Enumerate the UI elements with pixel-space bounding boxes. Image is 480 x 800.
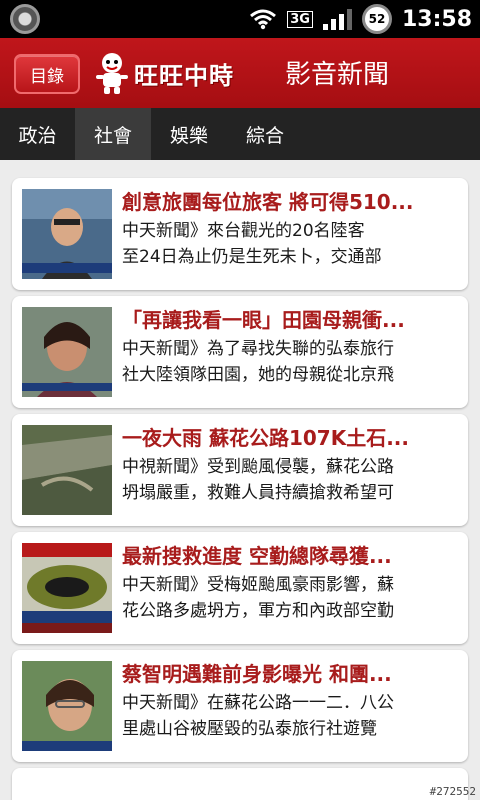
clock: 13:58 xyxy=(401,6,472,32)
news-summary: 中視新聞》受到颱風侵襲，蘇花公路 坍塌嚴重，救難人員持續搶救希望可 xyxy=(122,454,458,506)
news-summary-line: 中天新聞》在蘇花公路一一二．八公 xyxy=(122,693,394,713)
status-bar: 3G 52 13:58 xyxy=(0,0,480,38)
logo-text: 旺旺中時 xyxy=(134,60,234,90)
tab-entertainment[interactable]: 娛樂 xyxy=(151,108,227,160)
wifi-icon xyxy=(249,8,277,30)
news-summary-line: 至24日為止仍是生死未卜，交通部 xyxy=(122,247,382,267)
watermark: #272552 xyxy=(429,785,476,798)
tab-politics[interactable]: 政治 xyxy=(0,108,75,160)
news-summary: 中天新聞》受梅姬颱風豪雨影響，蘇 花公路多處坍方，軍方和內政部空勤 xyxy=(122,572,458,624)
news-item[interactable]: 蔡智明遇難前身影曝光 和團... 中天新聞》在蘇花公路一一二．八公 里處山谷被壓… xyxy=(12,650,468,762)
tab-society[interactable]: 社會 xyxy=(75,108,151,160)
signal-strength-icon xyxy=(322,8,352,30)
news-summary: 中天新聞》為了尋找失聯的弘泰旅行 社大陸領隊田園，她的母親從北京飛 xyxy=(122,336,458,388)
news-thumbnail xyxy=(22,543,112,633)
menu-button[interactable]: 目錄 xyxy=(14,54,80,94)
brand-logo: 旺旺中時 xyxy=(94,50,234,96)
news-title: 蔡智明遇難前身影曝光 和團... xyxy=(122,662,392,686)
news-summary-line: 中視新聞》受到颱風侵襲，蘇花公路 xyxy=(122,457,394,477)
page-title: 影音新聞 xyxy=(285,60,390,90)
news-summary: 中天新聞》在蘇花公路一一二．八公 里處山谷被壓毀的弘泰旅行社遊覽 xyxy=(122,690,458,742)
app-header: 目錄 旺旺中時 影音新聞 xyxy=(0,38,480,108)
news-title: 「再讓我看一眼」田園母親衝... xyxy=(122,308,405,332)
news-title: 一夜大雨 蘇花公路107K土石... xyxy=(122,426,410,450)
news-summary-line: 花公路多處坍方，軍方和內政部空勤 xyxy=(122,601,394,621)
network-type-indicator: 3G xyxy=(287,10,313,28)
tab-general[interactable]: 綜合 xyxy=(227,108,303,160)
category-tabs: 政治 社會 娛樂 綜合 xyxy=(0,108,480,160)
battery-indicator: 52 xyxy=(361,4,392,34)
news-item[interactable]: 「再讓我看一眼」田園母親衝... 中天新聞》為了尋找失聯的弘泰旅行 社大陸領隊田… xyxy=(12,296,468,408)
news-item[interactable]: 一夜大雨 蘇花公路107K土石... 中視新聞》受到颱風侵襲，蘇花公路 坍塌嚴重… xyxy=(12,414,468,526)
news-thumbnail xyxy=(22,189,112,279)
news-summary-line: 中天新聞》來台觀光的20名陸客 xyxy=(122,221,365,241)
news-list: 創意旅團每位旅客 將可得510... 中天新聞》來台觀光的20名陸客 至24日為… xyxy=(0,160,480,800)
news-title: 創意旅團每位旅客 將可得510... xyxy=(122,190,414,214)
news-summary-line: 里處山谷被壓毀的弘泰旅行社遊覽 xyxy=(122,719,377,739)
news-summary-line: 中天新聞》受梅姬颱風豪雨影響，蘇 xyxy=(122,575,394,595)
news-thumbnail xyxy=(22,307,112,397)
news-summary-line: 中天新聞》為了尋找失聯的弘泰旅行 xyxy=(122,339,394,359)
news-title: 最新搜救進度 空勤總隊尋獲... xyxy=(122,544,392,568)
news-item[interactable]: 創意旅團每位旅客 將可得510... 中天新聞》來台觀光的20名陸客 至24日為… xyxy=(12,178,468,290)
notification-icon xyxy=(10,4,40,34)
news-item[interactable] xyxy=(12,768,468,800)
news-thumbnail xyxy=(22,661,112,751)
mascot-icon xyxy=(96,53,128,94)
news-item[interactable]: 最新搜救進度 空勤總隊尋獲... 中天新聞》受梅姬颱風豪雨影響，蘇 花公路多處坍… xyxy=(12,532,468,644)
news-summary-line: 社大陸領隊田園，她的母親從北京飛 xyxy=(122,365,394,385)
news-summary: 中天新聞》來台觀光的20名陸客 至24日為止仍是生死未卜，交通部 xyxy=(122,218,458,270)
news-thumbnail xyxy=(22,425,112,515)
news-summary-line: 坍塌嚴重，救難人員持續搶救希望可 xyxy=(122,483,394,503)
